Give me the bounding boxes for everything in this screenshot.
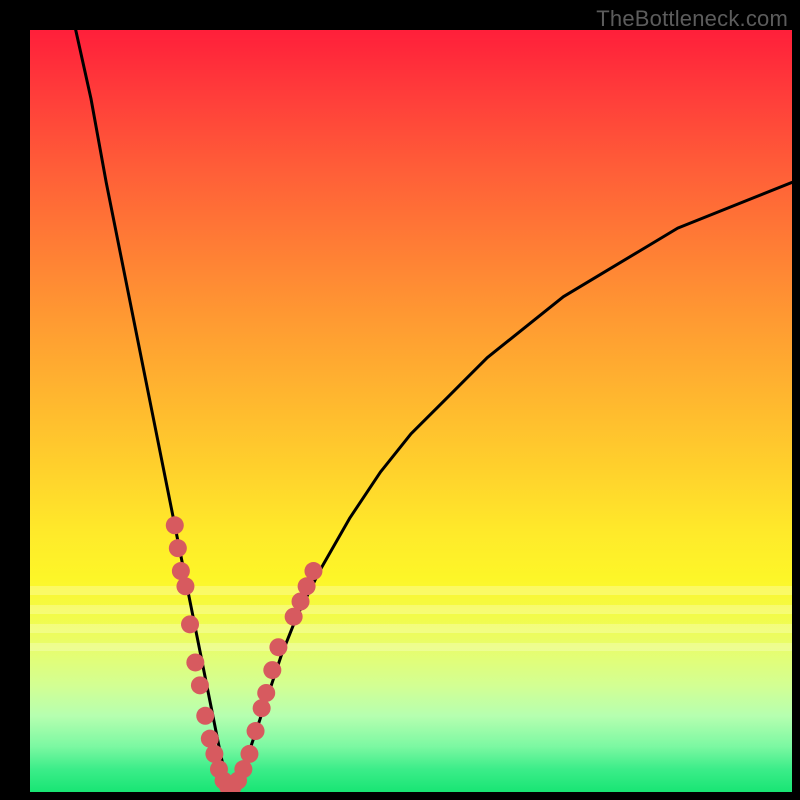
chart-frame: TheBottleneck.com [0,0,800,800]
data-point [205,745,223,763]
data-point [181,615,199,633]
data-point [253,699,271,717]
data-point [196,707,214,725]
data-point [176,577,194,595]
data-point [186,653,204,671]
data-point [263,661,281,679]
data-point [269,638,287,656]
data-point [166,516,184,534]
plot-area [30,30,792,792]
bottleneck-curve [76,30,792,788]
data-point [247,722,265,740]
data-point [201,730,219,748]
data-point [304,562,322,580]
watermark-text: TheBottleneck.com [596,6,788,32]
data-point [172,562,190,580]
data-point [240,745,258,763]
data-point [257,684,275,702]
data-point [169,539,187,557]
data-point [191,676,209,694]
bottleneck-curve-svg [30,30,792,792]
